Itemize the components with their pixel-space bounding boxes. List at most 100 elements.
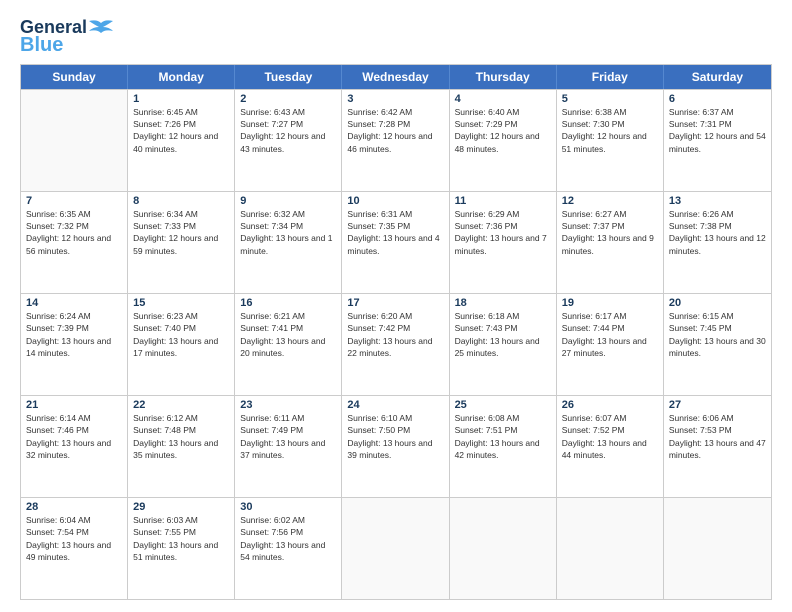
cell-info-line: Daylight: 13 hours and 37 minutes.: [240, 437, 336, 462]
cell-info-line: Sunset: 7:53 PM: [669, 424, 766, 436]
cell-info-line: Daylight: 13 hours and 47 minutes.: [669, 437, 766, 462]
cell-info-line: Sunrise: 6:20 AM: [347, 310, 443, 322]
cell-info-line: Daylight: 12 hours and 43 minutes.: [240, 130, 336, 155]
day-number: 14: [26, 297, 122, 309]
day-number: 15: [133, 297, 229, 309]
cell-info-line: Daylight: 12 hours and 46 minutes.: [347, 130, 443, 155]
cell-info-line: Daylight: 12 hours and 54 minutes.: [669, 130, 766, 155]
calendar-cell: 9Sunrise: 6:32 AMSunset: 7:34 PMDaylight…: [235, 192, 342, 293]
cell-info-line: Daylight: 13 hours and 27 minutes.: [562, 335, 658, 360]
cell-info-line: Daylight: 13 hours and 49 minutes.: [26, 539, 122, 564]
logo: General Blue: [20, 18, 115, 56]
cell-info-line: Sunset: 7:41 PM: [240, 322, 336, 334]
cell-info-line: Sunrise: 6:06 AM: [669, 412, 766, 424]
header-day-sunday: Sunday: [21, 65, 128, 89]
calendar-cell: 15Sunrise: 6:23 AMSunset: 7:40 PMDayligh…: [128, 294, 235, 395]
cell-info-line: Sunrise: 6:23 AM: [133, 310, 229, 322]
cell-info-line: Sunrise: 6:11 AM: [240, 412, 336, 424]
cell-info-line: Daylight: 13 hours and 35 minutes.: [133, 437, 229, 462]
cell-info-line: Daylight: 13 hours and 20 minutes.: [240, 335, 336, 360]
cell-info-line: Daylight: 13 hours and 32 minutes.: [26, 437, 122, 462]
cell-info-line: Sunset: 7:39 PM: [26, 322, 122, 334]
calendar-cell: 29Sunrise: 6:03 AMSunset: 7:55 PMDayligh…: [128, 498, 235, 599]
cell-info-line: Sunset: 7:52 PM: [562, 424, 658, 436]
logo-bird-icon: [87, 19, 115, 37]
cell-info-line: Sunrise: 6:02 AM: [240, 514, 336, 526]
cell-info-line: Sunset: 7:48 PM: [133, 424, 229, 436]
cell-info-line: Sunrise: 6:42 AM: [347, 106, 443, 118]
day-number: 3: [347, 93, 443, 105]
calendar-cell: 2Sunrise: 6:43 AMSunset: 7:27 PMDaylight…: [235, 90, 342, 191]
cell-info-line: Sunrise: 6:04 AM: [26, 514, 122, 526]
cell-info-line: Sunrise: 6:29 AM: [455, 208, 551, 220]
calendar-row-2: 7Sunrise: 6:35 AMSunset: 7:32 PM Daylight…: [21, 191, 771, 293]
calendar-row-3: 14Sunrise: 6:24 AMSunset: 7:39 PMDayligh…: [21, 293, 771, 395]
calendar-cell: 28Sunrise: 6:04 AMSunset: 7:54 PMDayligh…: [21, 498, 128, 599]
day-number: 20: [669, 297, 766, 309]
calendar-cell: 11Sunrise: 6:29 AMSunset: 7:36 PMDayligh…: [450, 192, 557, 293]
day-number: 23: [240, 399, 336, 411]
calendar-body: 1Sunrise: 6:45 AMSunset: 7:26 PMDaylight…: [21, 89, 771, 599]
cell-info-line: Daylight: 13 hours and 51 minutes.: [133, 539, 229, 564]
day-number: 18: [455, 297, 551, 309]
calendar-cell: 18Sunrise: 6:18 AMSunset: 7:43 PMDayligh…: [450, 294, 557, 395]
calendar-cell: 5Sunrise: 6:38 AMSunset: 7:30 PMDaylight…: [557, 90, 664, 191]
day-number: 8: [133, 195, 229, 207]
day-number: 7: [26, 195, 122, 207]
day-number: 28: [26, 501, 122, 513]
calendar-row-1: 1Sunrise: 6:45 AMSunset: 7:26 PMDaylight…: [21, 89, 771, 191]
cell-info-line: Sunset: 7:38 PM: [669, 220, 766, 232]
cell-info-line: Daylight: 13 hours and 9 minutes.: [562, 232, 658, 257]
cell-info-line: Sunrise: 6:37 AM: [669, 106, 766, 118]
cell-info-line: Daylight: 13 hours and 12 minutes.: [669, 232, 766, 257]
day-number: 9: [240, 195, 336, 207]
logo-blue-text: Blue: [20, 34, 63, 56]
calendar-cell: 3Sunrise: 6:42 AMSunset: 7:28 PMDaylight…: [342, 90, 449, 191]
calendar-cell: 1Sunrise: 6:45 AMSunset: 7:26 PMDaylight…: [128, 90, 235, 191]
cell-info-line: Sunset: 7:29 PM: [455, 118, 551, 130]
cell-info-line: Daylight: 13 hours and 25 minutes.: [455, 335, 551, 360]
header-day-friday: Friday: [557, 65, 664, 89]
calendar-cell: [342, 498, 449, 599]
cell-info-line: Sunrise: 6:18 AM: [455, 310, 551, 322]
day-number: 24: [347, 399, 443, 411]
cell-info-line: Daylight: 12 hours and 40 minutes.: [133, 130, 229, 155]
day-number: 1: [133, 93, 229, 105]
calendar-cell: 24Sunrise: 6:10 AMSunset: 7:50 PMDayligh…: [342, 396, 449, 497]
day-number: 17: [347, 297, 443, 309]
cell-info-line: Sunrise: 6:15 AM: [669, 310, 766, 322]
cell-info-line: Sunrise: 6:35 AM: [26, 208, 122, 220]
cell-info-line: Sunset: 7:32 PM: [26, 220, 122, 232]
calendar: SundayMondayTuesdayWednesdayThursdayFrid…: [20, 64, 772, 600]
calendar-cell: 13Sunrise: 6:26 AMSunset: 7:38 PMDayligh…: [664, 192, 771, 293]
header-day-wednesday: Wednesday: [342, 65, 449, 89]
cell-info-line: Sunrise: 6:43 AM: [240, 106, 336, 118]
cell-info-line: Sunrise: 6:27 AM: [562, 208, 658, 220]
cell-info-line: Daylight: 13 hours and 54 minutes.: [240, 539, 336, 564]
cell-info-line: Sunset: 7:27 PM: [240, 118, 336, 130]
cell-info-line: Sunrise: 6:21 AM: [240, 310, 336, 322]
calendar-cell: [450, 498, 557, 599]
cell-info-line: Sunset: 7:28 PM: [347, 118, 443, 130]
day-number: 11: [455, 195, 551, 207]
cell-info-line: Sunrise: 6:40 AM: [455, 106, 551, 118]
cell-info-line: Daylight: 13 hours and 22 minutes.: [347, 335, 443, 360]
cell-info-line: Sunset: 7:50 PM: [347, 424, 443, 436]
calendar-cell: [664, 498, 771, 599]
calendar-cell: 6Sunrise: 6:37 AMSunset: 7:31 PMDaylight…: [664, 90, 771, 191]
calendar-cell: 26Sunrise: 6:07 AMSunset: 7:52 PMDayligh…: [557, 396, 664, 497]
calendar-cell: 14Sunrise: 6:24 AMSunset: 7:39 PMDayligh…: [21, 294, 128, 395]
day-number: 6: [669, 93, 766, 105]
cell-info-line: Sunrise: 6:31 AM: [347, 208, 443, 220]
calendar-cell: [21, 90, 128, 191]
cell-info-line: Daylight: 13 hours and 44 minutes.: [562, 437, 658, 462]
calendar-cell: 20Sunrise: 6:15 AMSunset: 7:45 PMDayligh…: [664, 294, 771, 395]
cell-info-line: Daylight: 13 hours and 42 minutes.: [455, 437, 551, 462]
day-number: 22: [133, 399, 229, 411]
cell-info-line: Sunset: 7:55 PM: [133, 526, 229, 538]
cell-info-line: Sunset: 7:31 PM: [669, 118, 766, 130]
cell-info-line: Sunrise: 6:26 AM: [669, 208, 766, 220]
day-number: 10: [347, 195, 443, 207]
cell-info-line: Sunrise: 6:17 AM: [562, 310, 658, 322]
day-number: 19: [562, 297, 658, 309]
